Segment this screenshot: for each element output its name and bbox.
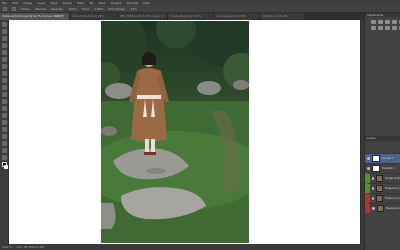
color-balance-icon[interactable] [378,26,383,30]
visibility-eye-icon[interactable] [367,157,370,160]
layer-name: Background [386,207,400,210]
brush-tool-icon[interactable] [12,6,16,11]
history-brush-tool-icon[interactable] [1,85,7,90]
visibility-eye-icon[interactable] [372,197,375,200]
adjustments-grid [365,17,400,32]
visibility-eye-icon[interactable] [372,187,375,190]
tab-document-2[interactable]: retouch-final.psd @ 25% [70,13,118,20]
layer-mask-thumbnail[interactable] [372,155,380,162]
hand-tool-icon[interactable] [1,148,7,153]
layer-thumbnail[interactable] [376,175,384,182]
tools-panel [0,20,9,244]
panel-spacer [365,32,400,136]
zoom-level[interactable]: 16.67% [2,245,13,249]
document-tabs: model-portrait-1.psd @ 16.7% (Curves, RG… [0,13,364,20]
tab-document-5[interactable]: color-grade.psd @ 50% [214,13,260,20]
menu-filter[interactable]: Filter [77,1,84,5]
menu-3d[interactable]: 3D [89,1,93,5]
photo-filter-icon[interactable] [392,26,397,30]
tab-document-6[interactable]: Untitled-1 @ 66.7% [260,13,306,20]
layer-row[interactable]: Frequency Low [365,193,400,203]
layer-name: Dodge & Burn [385,177,400,180]
background-color-swatch[interactable] [4,165,8,169]
layer-row[interactable]: Frequency High [365,183,400,193]
blur-tool-icon[interactable] [1,106,7,111]
menu-window[interactable]: Window [126,1,138,5]
mode-select[interactable]: Normal [35,7,46,11]
gradient-tool-icon[interactable] [1,99,7,104]
menu-plugins[interactable]: Plugins [111,1,122,5]
mode-label: Mode: [21,6,31,11]
path-select-tool-icon[interactable] [1,134,7,139]
menu-layer[interactable]: Layer [37,1,45,5]
healing-brush-tool-icon[interactable] [1,64,7,69]
curves-icon[interactable] [385,20,390,24]
opacity-label: Opacity: [51,6,64,11]
brightness-contrast-icon[interactable] [371,20,376,24]
visibility-eye-icon[interactable] [372,177,375,180]
flow-value[interactable]: 100% [95,7,104,11]
layer-name: Frequency High [384,187,400,190]
document-image[interactable] [101,21,249,243]
lasso-tool-icon[interactable] [1,36,7,41]
home-icon[interactable] [3,6,7,11]
clone-stamp-tool-icon[interactable] [1,78,7,83]
document-info: Doc: 68.7M/412.3M [16,245,44,249]
move-tool-icon[interactable] [1,22,7,27]
layer-row[interactable]: Background [365,203,400,213]
exposure-icon[interactable] [392,20,397,24]
menu-image[interactable]: Image [23,1,32,5]
right-panel: Adjustments Layers Curves 3 Hue/Sat 1 Do… [364,13,400,250]
layer-row[interactable]: Hue/Sat 1 [365,163,400,173]
crop-tool-icon[interactable] [1,50,7,55]
menu-help[interactable]: Help [143,1,150,5]
black-white-icon[interactable] [385,26,390,30]
smoothing-value[interactable]: 10% [130,7,137,11]
opacity-value[interactable]: 100% [68,7,77,11]
flow-label: Flow: [81,6,90,11]
levels-icon[interactable] [378,20,383,24]
layer-name: Hue/Sat 1 [382,167,395,170]
menu-file[interactable]: File [2,1,7,5]
quick-select-tool-icon[interactable] [1,43,7,48]
menu-type[interactable]: Type [51,1,58,5]
layer-thumbnail[interactable] [376,185,383,192]
menu-view[interactable]: View [98,1,105,5]
photo-forest-model [101,21,249,243]
shape-tool-icon[interactable] [1,141,7,146]
layer-name: Frequency Low [384,197,400,200]
layer-thumbnail[interactable] [376,195,383,202]
layer-mask-thumbnail[interactable] [372,165,380,172]
layer-thumbnail[interactable] [376,205,385,212]
visibility-eye-icon[interactable] [367,167,370,170]
visibility-eye-icon[interactable] [372,207,375,210]
menu-edit[interactable]: Edit [12,1,18,5]
dodge-tool-icon[interactable] [1,113,7,118]
layer-row[interactable]: Curves 3 [365,153,400,163]
brush-tool-icon[interactable] [1,71,7,76]
tab-document-3[interactable]: IMG_7835.psd @ 33.3% (Layer 1) [118,13,168,20]
layer-filter-bar[interactable] [365,140,400,153]
zoom-tool-icon[interactable] [1,155,7,160]
tab-document-4[interactable]: forest-edit.psd @ 12.5% [168,13,214,20]
tab-document-1[interactable]: model-portrait-1.psd @ 16.7% (Curves, RG… [0,13,70,20]
menu-select[interactable]: Select [63,1,72,5]
options-bar: Mode: Normal Opacity: 100% Flow: 100% Sm… [0,5,400,13]
eyedropper-tool-icon[interactable] [1,57,7,62]
type-tool-icon[interactable] [1,127,7,132]
layer-row[interactable]: Dodge & Burn [365,173,400,183]
layer-name: Curves 3 [382,157,394,160]
eraser-tool-icon[interactable] [1,92,7,97]
hue-saturation-icon[interactable] [371,26,376,30]
marquee-tool-icon[interactable] [1,29,7,34]
smoothing-label: Smoothing: [108,6,126,11]
pen-tool-icon[interactable] [1,120,7,125]
status-bar: 16.67% Doc: 68.7M/412.3M [0,244,364,250]
